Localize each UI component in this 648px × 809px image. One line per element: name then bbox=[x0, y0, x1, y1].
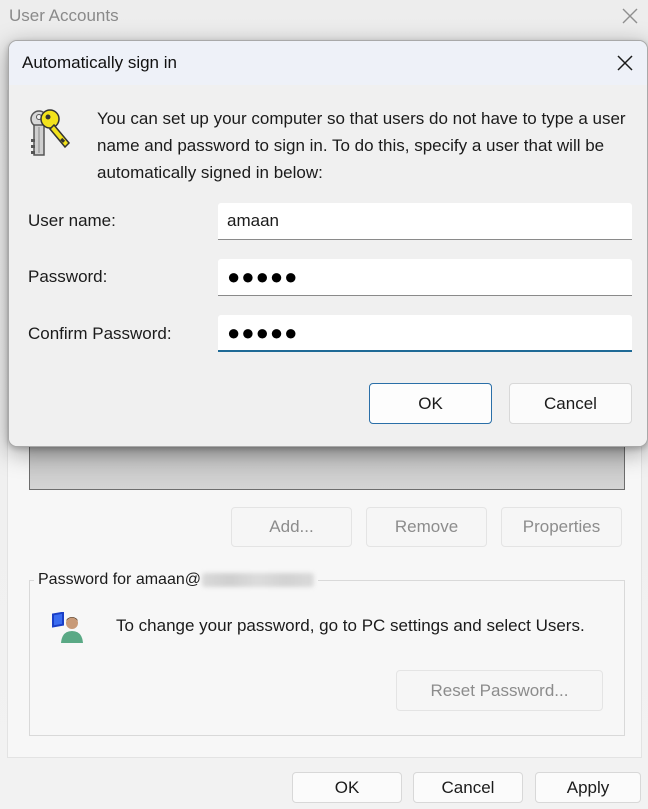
close-icon[interactable] bbox=[618, 4, 642, 28]
close-icon[interactable] bbox=[612, 50, 638, 76]
remove-user-button[interactable]: Remove bbox=[366, 507, 487, 547]
ok-button[interactable]: OK bbox=[292, 772, 402, 803]
confirm-password-value: ●●●●● bbox=[227, 319, 299, 345]
dialog-description: You can set up your computer so that use… bbox=[97, 109, 626, 182]
window-title: User Accounts bbox=[9, 6, 119, 25]
apply-button[interactable]: Apply bbox=[535, 772, 641, 803]
dialog-ok-button[interactable]: OK bbox=[369, 383, 492, 424]
dialog-body: You can set up your computer so that use… bbox=[9, 85, 647, 446]
password-groupbox bbox=[29, 580, 625, 736]
confirm-password-input[interactable]: ●●●●● bbox=[218, 315, 632, 352]
password-info-text: To change your password, go to PC settin… bbox=[116, 616, 585, 635]
password-label: Password: bbox=[28, 267, 108, 286]
auto-sign-in-dialog: Automatically sign in You can set up you… bbox=[8, 40, 648, 447]
properties-button[interactable]: Properties bbox=[501, 507, 622, 547]
dialog-titlebar[interactable]: Automatically sign in bbox=[9, 41, 647, 85]
keys-icon bbox=[23, 105, 77, 159]
redacted-domain bbox=[201, 573, 314, 587]
username-value: amaan bbox=[227, 211, 279, 230]
cancel-button[interactable]: Cancel bbox=[413, 772, 523, 803]
confirm-password-label: Confirm Password: bbox=[28, 324, 172, 343]
password-value: ●●●●● bbox=[227, 264, 299, 289]
password-input[interactable]: ●●●●● bbox=[218, 259, 632, 296]
password-group-legend: Password for amaan@ bbox=[34, 571, 318, 589]
reset-password-button[interactable]: Reset Password... bbox=[396, 670, 603, 711]
dialog-cancel-button[interactable]: Cancel bbox=[509, 383, 632, 424]
password-group-legend-text: Password for amaan@ bbox=[38, 571, 201, 588]
dialog-title: Automatically sign in bbox=[22, 53, 177, 72]
add-user-button[interactable]: Add... bbox=[231, 507, 352, 547]
user-with-monitor-icon bbox=[50, 611, 86, 644]
username-label: User name: bbox=[28, 211, 116, 230]
username-input[interactable]: amaan bbox=[218, 203, 632, 240]
